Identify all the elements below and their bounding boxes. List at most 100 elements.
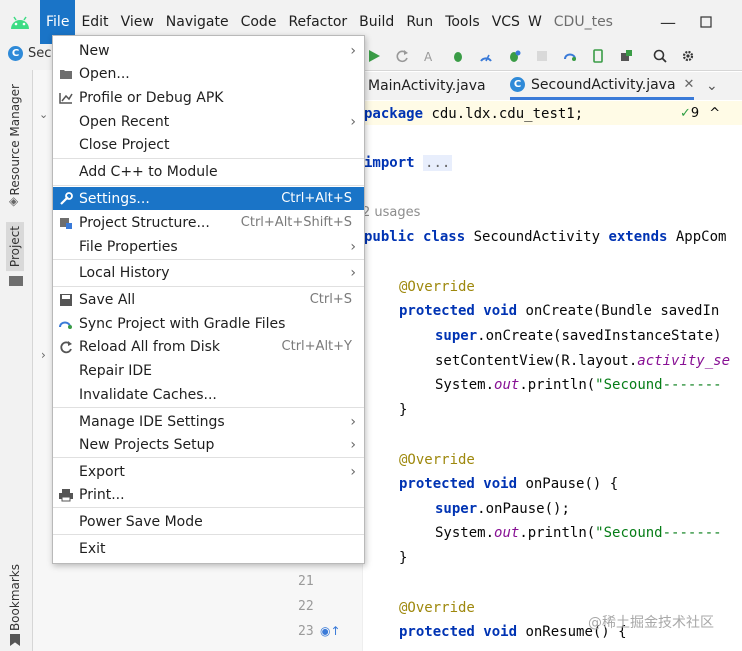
rerun-icon[interactable] (392, 46, 412, 66)
folded-imports[interactable]: ... (423, 155, 453, 171)
svg-text:A: A (424, 50, 433, 63)
super-class: AppCom (667, 229, 727, 245)
menu-item-repair-ide[interactable]: Repair IDE (53, 359, 364, 382)
tab-secound-activity[interactable]: C SecoundActivity.java ✕ (510, 72, 695, 100)
menu-item-label: Settings... (79, 190, 150, 207)
menu-item-new[interactable]: New › (53, 39, 364, 62)
menu-item-label: New Projects Setup (79, 436, 215, 453)
stop-icon[interactable] (532, 46, 552, 66)
breadcrumb[interactable]: C Sec (8, 46, 51, 61)
code-line-import: import ... (364, 152, 453, 174)
minimize-icon[interactable]: — (650, 0, 686, 44)
menu-item-invalidate-caches[interactable]: Invalidate Caches... (53, 383, 364, 406)
profiler-icon[interactable] (476, 46, 496, 66)
menu-item-sync-gradle[interactable]: Sync Project with Gradle Files (53, 312, 364, 335)
menu-separator (53, 185, 364, 186)
attach-debugger-icon[interactable] (504, 46, 524, 66)
chevron-down-icon[interactable]: ⌄ (39, 108, 48, 121)
menu-item-exit[interactable]: Exit (53, 537, 364, 560)
menu-item-label: Export (79, 463, 125, 480)
menu-item-manage-ide-settings[interactable]: Manage IDE Settings › (53, 410, 364, 433)
keyword: package (364, 106, 424, 122)
menu-item-close-project[interactable]: Close Project (53, 133, 364, 156)
menu-item-settings[interactable]: Settings... Ctrl+Alt+S (53, 187, 364, 210)
usages-hint[interactable]: 2 usages (364, 202, 420, 224)
menu-item-local-history[interactable]: Local History › (53, 261, 364, 284)
menu-item-add-cpp[interactable]: Add C++ to Module (53, 160, 364, 183)
string-literal: "Secound------- (595, 377, 722, 393)
keyword: extends (608, 229, 668, 245)
menu-item-label: New (79, 42, 110, 59)
resource-manager-tab[interactable]: Resource Manager (8, 84, 22, 195)
package-name: cdu.ldx.cdu_test1; (423, 106, 584, 122)
maximize-icon[interactable] (688, 0, 724, 44)
sync-gradle-icon[interactable] (560, 46, 580, 66)
tab-label: SecoundActivity.java (531, 76, 676, 93)
menu-item-save-all[interactable]: Save All Ctrl+S (53, 288, 364, 311)
code-text: .println( (519, 377, 596, 393)
code-line-println: System.out.println("Secound------- (435, 374, 722, 396)
menu-item-export[interactable]: Export › (53, 460, 364, 483)
class-name: SecoundActivity (473, 229, 609, 245)
menu-item-label: Project Structure... (79, 214, 210, 231)
line-number: 22 (298, 599, 314, 614)
run-icon[interactable] (364, 46, 384, 66)
inspection-widget[interactable]: ✓9 ^ (680, 106, 720, 121)
menu-item-label: Sync Project with Gradle Files (79, 315, 286, 332)
menu-tools[interactable]: Tools (439, 0, 486, 44)
menu-item-profile-apk[interactable]: Profile or Debug APK (53, 86, 364, 109)
menu-item-open[interactable]: Open... (53, 62, 364, 85)
code-text: System. (435, 525, 495, 541)
menu-item-print[interactable]: Print... (53, 483, 364, 506)
menu-item-power-save[interactable]: Power Save Mode (53, 510, 364, 533)
menu-item-file-properties[interactable]: File Properties › (53, 235, 364, 258)
chevron-up-icon[interactable]: ^ (709, 106, 720, 121)
bookmarks-tab[interactable]: Bookmarks (8, 564, 22, 631)
debug-icon[interactable] (448, 46, 468, 66)
menu-item-open-recent[interactable]: Open Recent › (53, 110, 364, 133)
close-brace: } (399, 550, 408, 566)
menu-item-label: Open... (79, 65, 130, 82)
folder-open-icon (57, 65, 75, 83)
keyword: import (364, 155, 415, 171)
menu-separator (53, 259, 364, 260)
menu-item-shortcut: Ctrl+Alt+Shift+S (240, 215, 352, 230)
code-line-setcontentview: setContentView(R.layout.activity_se (435, 350, 730, 372)
apply-changes-icon[interactable]: A (420, 46, 440, 66)
close-icon[interactable]: ✕ (684, 77, 695, 92)
menu-item-label: File Properties (79, 238, 178, 255)
project-structure-icon (57, 214, 75, 232)
project-title: CDU_tes (553, 14, 613, 30)
breadcrumb-label: Sec (28, 46, 52, 61)
chevron-right-icon: › (350, 463, 356, 480)
menu-vcs[interactable]: VCS (486, 0, 526, 44)
project-tab[interactable]: Project (6, 222, 24, 272)
device-manager-icon[interactable] (588, 46, 608, 66)
menu-item-label: Repair IDE (79, 362, 153, 379)
code-editor[interactable]: package cdu.ldx.cdu_test1; ✓9 ^ import ..… (364, 100, 742, 651)
search-icon[interactable] (650, 46, 670, 66)
menu-separator (53, 286, 364, 287)
menu-run[interactable]: Run (400, 0, 439, 44)
menu-window[interactable]: W (526, 0, 544, 44)
override-gutter-icon[interactable]: ◉↑ (320, 624, 341, 638)
tab-main-activity[interactable]: MainActivity.java (368, 72, 486, 100)
keyword: super (435, 501, 478, 517)
code-line-super-onpause: super.onPause(); (435, 498, 570, 520)
menu-item-project-structure[interactable]: Project Structure... Ctrl+Alt+Shift+S (53, 211, 364, 234)
code-line-class: public class SecoundActivity extends App… (364, 226, 726, 248)
line-number: 23 (298, 624, 314, 639)
tab-label: MainActivity.java (368, 78, 486, 94)
menu-separator (53, 158, 364, 159)
tab-list-chevron-icon[interactable]: ⌄ (706, 72, 718, 100)
menu-item-reload-disk[interactable]: Reload All from Disk Ctrl+Alt+Y (53, 335, 364, 358)
check-icon: ✓ (680, 106, 691, 121)
close-brace: } (399, 402, 408, 418)
chevron-right-icon[interactable]: › (41, 348, 46, 362)
menu-item-new-projects-setup[interactable]: New Projects Setup › (53, 433, 364, 456)
sdk-manager-icon[interactable] (616, 46, 636, 66)
keyword: void (483, 624, 518, 640)
keyword: public class (364, 229, 474, 245)
printer-icon (57, 486, 75, 504)
settings-gear-icon[interactable] (678, 46, 698, 66)
